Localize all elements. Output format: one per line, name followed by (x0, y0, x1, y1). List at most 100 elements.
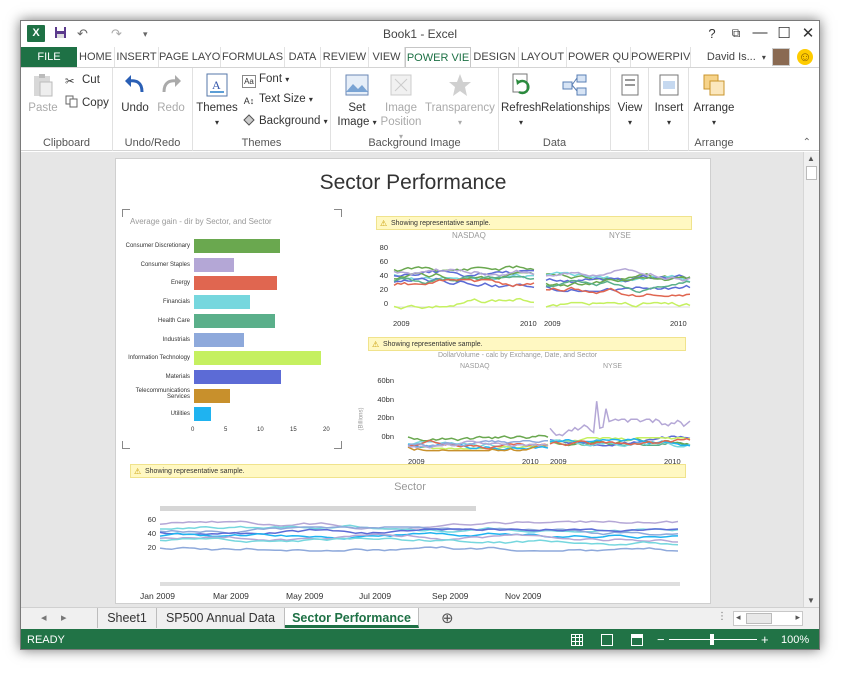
arrange-icon (703, 74, 725, 96)
zoom-in-icon[interactable]: + (761, 629, 769, 649)
undo-button[interactable]: Undo (119, 72, 151, 115)
refresh-button[interactable]: Refresh ▾ (501, 72, 541, 130)
new-sheet-icon[interactable]: ⊕ (441, 609, 454, 627)
window-title: Book1 - Excel (382, 27, 458, 41)
tab-data[interactable]: DATA (285, 47, 321, 67)
bar[interactable] (194, 407, 211, 422)
insert-group: Insert ▾ (649, 68, 689, 151)
undo-redo-group-label: Undo/Redo (124, 137, 181, 149)
zoom-slider-thumb[interactable] (710, 634, 714, 645)
series-line[interactable] (159, 546, 679, 552)
minimize-icon[interactable]: — (749, 24, 771, 41)
cut-button[interactable]: ✂ Cut (65, 74, 100, 88)
series-line[interactable] (159, 537, 679, 546)
vertical-scroll-thumb[interactable] (806, 166, 817, 180)
transparency-button[interactable]: Transparency ▾ (425, 72, 495, 130)
tab-power-view[interactable]: POWER VIE (405, 47, 471, 68)
horizontal-scroll-thumb[interactable] (746, 613, 772, 624)
sector-line-chart-visual[interactable]: Sector 60 40 20 Jan 2009 Mar 2009 May 2009 Ju… (130, 481, 690, 601)
volume-line-charts-svg (407, 401, 691, 452)
help-icon[interactable]: ? (701, 26, 723, 41)
scroll-up-icon[interactable]: ▲ (807, 154, 815, 163)
status-ready: READY (27, 634, 65, 646)
tab-home[interactable]: HOME (77, 47, 115, 67)
smiley-feedback-icon[interactable]: ☺ (797, 49, 813, 66)
horizontal-scrollbar[interactable]: ◂ ▸ (733, 611, 803, 626)
page-break-view-icon[interactable] (631, 634, 643, 646)
sheet-tab-sheet1[interactable]: Sheet1 (97, 608, 157, 628)
redo-button[interactable]: Redo (155, 72, 187, 115)
bar[interactable] (194, 313, 275, 328)
sector-scroll-bottom[interactable] (160, 582, 680, 586)
scroll-left-icon[interactable]: ◂ (736, 612, 741, 623)
scroll-down-icon[interactable]: ▼ (807, 596, 815, 605)
user-account[interactable]: David Is... ▾ ☺ (707, 47, 813, 67)
sheet-tab-sector-performance[interactable]: Sector Performance (285, 608, 419, 628)
sheet-next-icon[interactable]: ▸ (61, 611, 67, 624)
tab-design[interactable]: DESIGN (471, 47, 519, 67)
paste-icon (34, 74, 53, 97)
report-title[interactable]: Sector Performance (116, 171, 710, 195)
copy-button[interactable]: Copy (65, 95, 109, 109)
scroll-right-icon[interactable]: ▸ (795, 612, 800, 623)
tab-powerpivot[interactable]: POWERPIV (631, 47, 691, 67)
vertical-scrollbar[interactable]: ▲ ▼ (803, 152, 819, 607)
series-line[interactable] (393, 265, 535, 272)
set-image-button[interactable]: Set Image ▾ (335, 72, 379, 130)
themes-button[interactable]: A Themes ▾ (196, 72, 238, 130)
image-position-button[interactable]: Image Position ▾ (379, 72, 423, 144)
bar[interactable] (194, 388, 231, 403)
bar-category-label: Health Care (157, 317, 190, 324)
gain-line-charts-svg (393, 265, 691, 310)
power-view-report[interactable]: Sector Performance Average gain - dir by… (115, 158, 711, 604)
insert-button[interactable]: Insert ▾ (651, 72, 687, 130)
tab-view[interactable]: VIEW (369, 47, 405, 67)
bar[interactable] (194, 295, 251, 310)
gain-line-chart-visual[interactable]: NASDAQ NYSE 80 60 40 20 0 2009 2010 2009 201… (364, 231, 694, 331)
tab-layout[interactable]: LAYOUT (519, 47, 567, 67)
bar[interactable] (194, 257, 234, 272)
tab-formulas[interactable]: FORMULAS (221, 47, 285, 67)
bar[interactable] (194, 332, 244, 347)
sheet-prev-icon[interactable]: ◂ (41, 611, 47, 624)
tab-insert[interactable]: INSERT (115, 47, 159, 67)
tab-power-query[interactable]: POWER QU (567, 47, 631, 67)
sector-x-tick: May 2009 (286, 591, 324, 601)
bar[interactable] (194, 276, 277, 291)
tab-split-handle-icon[interactable]: ⋮ (717, 611, 727, 622)
tab-file[interactable]: FILE (21, 47, 77, 67)
page-layout-view-icon[interactable] (601, 634, 613, 646)
collapse-ribbon-icon[interactable]: ⌃ (803, 137, 811, 148)
bar[interactable] (194, 239, 280, 253)
tab-review[interactable]: REVIEW (321, 47, 369, 67)
text-size-icon: A↕ (243, 96, 255, 106)
tab-page-layout[interactable]: PAGE LAYO (159, 47, 221, 67)
series-line[interactable] (159, 520, 679, 530)
font-button[interactable]: Aa Font ▾ (242, 73, 289, 88)
paste-button[interactable]: Paste (25, 72, 61, 115)
series-line[interactable] (545, 301, 691, 308)
sector-x-tick: Nov 2009 (505, 591, 542, 601)
arrange-label: Arrange (693, 102, 735, 114)
normal-view-icon[interactable] (571, 634, 583, 646)
bar[interactable] (194, 351, 322, 366)
font-label: Font (259, 73, 283, 85)
ribbon-display-icon[interactable]: ⧉ (725, 26, 747, 41)
arrange-button[interactable]: Arrange ▾ (691, 72, 737, 130)
zoom-level[interactable]: 100% (781, 629, 809, 649)
sheet-tab-sp500-annual-data[interactable]: SP500 Annual Data (157, 608, 285, 628)
zoom-out-icon[interactable]: − (657, 629, 665, 649)
text-size-button[interactable]: A↕ Text Size ▾ (242, 93, 313, 109)
bar-chart-visual[interactable]: Average gain - dir by Sector, and Sector… (122, 209, 342, 449)
bar-x-tick: 15 (290, 427, 297, 433)
maximize-icon[interactable]: ☐ (773, 24, 795, 42)
relationships-button[interactable]: Relationships (541, 72, 610, 115)
volume-line-chart-visual[interactable]: DollarVolume - calc by Exchange, Date, a… (359, 352, 694, 470)
bar[interactable] (194, 369, 282, 384)
title-bar: X ↶ ↷ ▾ Book1 - Excel ? ⧉ — ☐ ✕ (21, 21, 819, 47)
close-icon[interactable]: ✕ (797, 24, 819, 42)
series-line[interactable] (549, 401, 691, 437)
view-button[interactable]: View ▾ (613, 72, 647, 130)
bar-category-label: Consumer Discretionary (125, 243, 190, 249)
background-button[interactable]: Background ▾ (242, 113, 328, 127)
